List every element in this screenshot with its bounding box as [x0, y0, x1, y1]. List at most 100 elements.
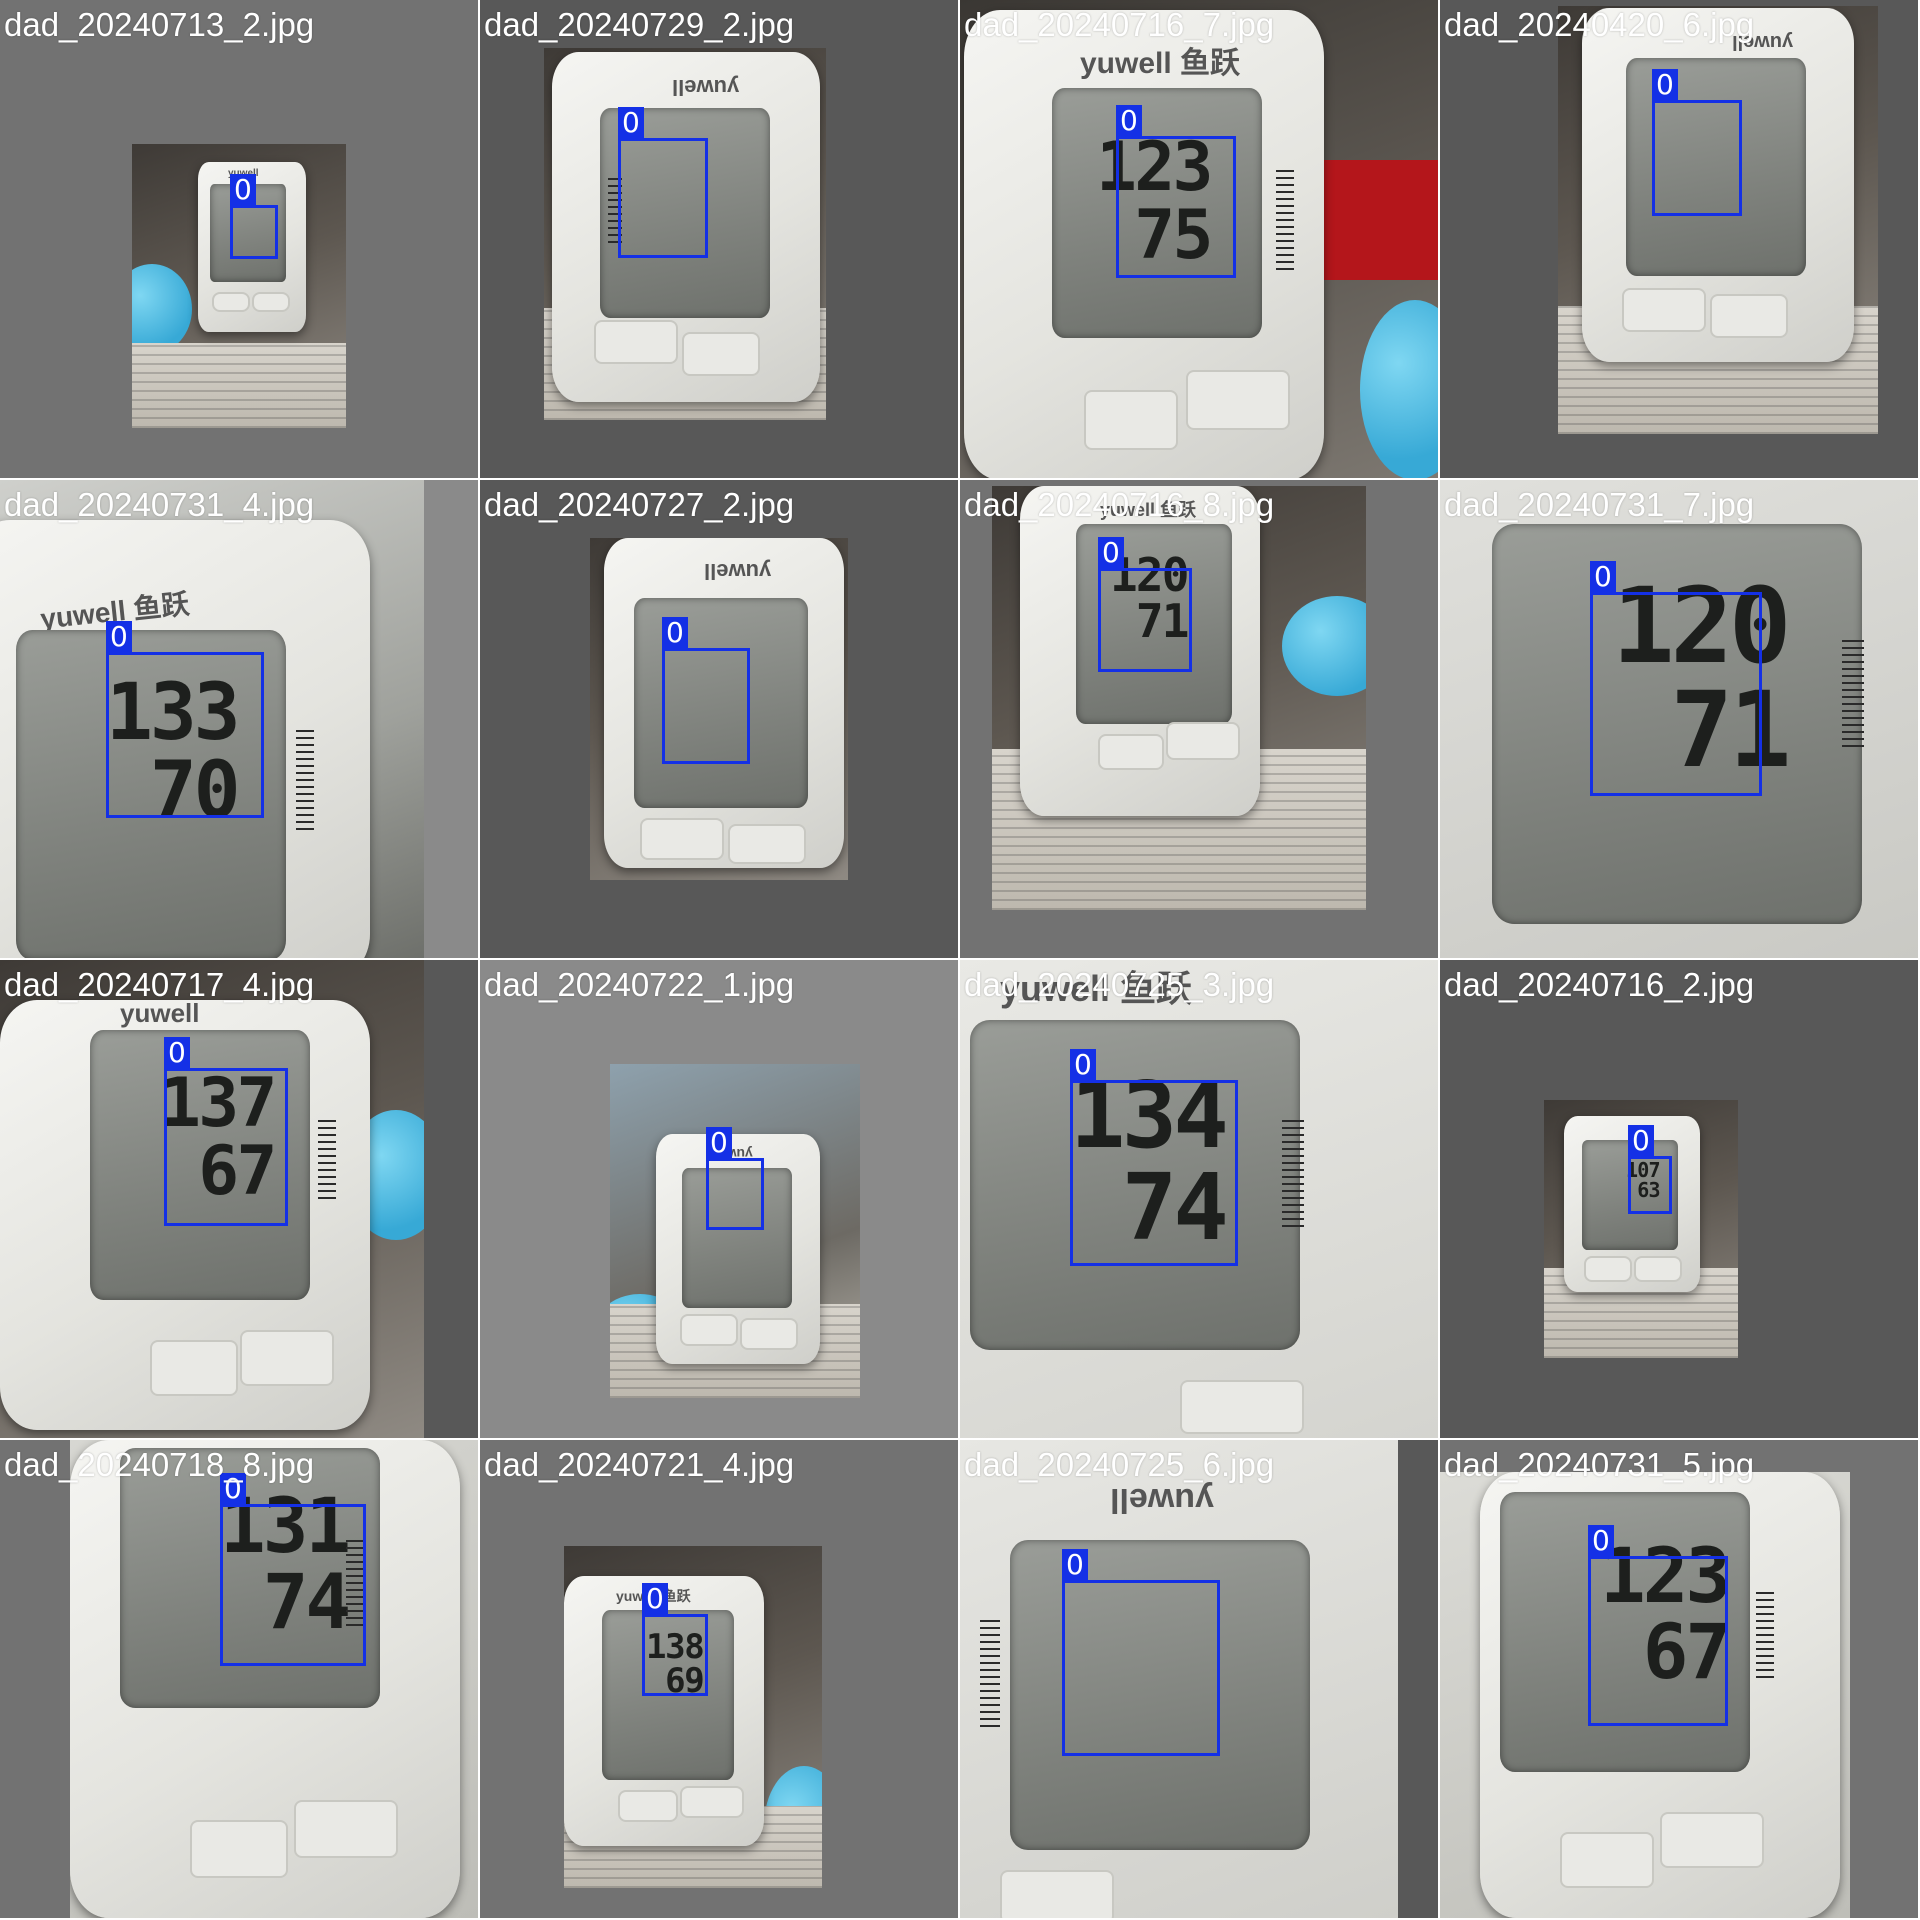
mosaic-tile: yuwell 0 dad_20240725_6.jpg [960, 1440, 1438, 1918]
button [682, 332, 760, 376]
image-filename: dad_20240716_2.jpg [1444, 966, 1755, 1003]
mosaic-tile: yuwell 0 dad_20240727_2.jpg [480, 480, 958, 958]
mosaic-tile: yuwell 0 dad_20240713_2.jpg [0, 0, 478, 478]
button [212, 292, 250, 312]
button [594, 320, 678, 364]
detection-box: 0 [1652, 69, 1742, 216]
class-label: 0 [106, 621, 132, 653]
button [680, 1314, 738, 1346]
brand-logo: yuwell [704, 559, 772, 584]
button [618, 1790, 678, 1822]
detection-box: 0 [1070, 1049, 1238, 1266]
pressure-scale [1756, 1592, 1774, 1682]
image-filename: dad_20240731_5.jpg [1444, 1446, 1755, 1483]
detection-box: 0 [1588, 1525, 1728, 1726]
mosaic-tile: yuwell 鱼跃 123 75 0 dad_20240716_7.jpg [960, 0, 1438, 478]
detection-box: 0 [1062, 1549, 1220, 1756]
class-label: 0 [1070, 1049, 1096, 1081]
mosaic-tile: yuwell 鱼跃 138 69 0 dad_20240721_4.jpg [480, 1440, 958, 1918]
mosaic-tile: 131 74 0 dad_20240718_8.jpg [0, 1440, 478, 1918]
detection-box: 0 [164, 1037, 288, 1226]
class-label: 0 [230, 174, 256, 206]
button [1622, 288, 1706, 332]
image-filename: dad_20240727_2.jpg [484, 486, 795, 523]
image-filename: dad_20240716_8.jpg [964, 486, 1275, 523]
class-label: 0 [618, 107, 644, 139]
mosaic-tile: yuwell 鱼跃 120 71 0 dad_20240716_8.jpg [960, 480, 1438, 958]
detection-mosaic: yuwell 0 dad_20240713_2.jpg yuwell [0, 0, 1920, 1920]
detection-box: 0 [220, 1473, 366, 1666]
class-label: 0 [1098, 537, 1124, 569]
button [1660, 1812, 1764, 1868]
button [150, 1340, 238, 1396]
pressure-scale [1282, 1120, 1304, 1230]
class-label: 0 [1652, 69, 1678, 101]
image-filename: dad_20240718_8.jpg [4, 1446, 315, 1483]
button [1710, 294, 1788, 338]
image-filename: dad_20240721_4.jpg [484, 1446, 795, 1483]
image-filename: dad_20240713_2.jpg [4, 6, 315, 43]
blue-object [1282, 596, 1366, 696]
class-label: 0 [642, 1583, 668, 1615]
photo: yuwell 鱼跃 120 71 [992, 486, 1366, 910]
mosaic-tile: yuwell 0 dad_20240420_6.jpg [1440, 0, 1918, 478]
pressure-scale [1842, 640, 1864, 750]
mosaic-tile: yuwell 137 67 0 dad_20240717_4.jpg [0, 960, 478, 1438]
image-filename: dad_20240725_6.jpg [964, 1446, 1275, 1483]
button [252, 292, 290, 312]
class-label: 0 [1062, 1549, 1088, 1581]
image-filename: dad_20240729_2.jpg [484, 6, 795, 43]
detection-box: 0 [1590, 561, 1762, 796]
button [740, 1318, 798, 1350]
image-filename: dad_20240731_4.jpg [4, 486, 315, 523]
button [1000, 1870, 1114, 1918]
button [640, 818, 724, 860]
detection-box: 0 [1116, 105, 1236, 278]
image-filename: dad_20240420_6.jpg [1444, 6, 1755, 43]
button [680, 1786, 744, 1818]
button [1584, 1256, 1632, 1282]
image-filename: dad_20240731_7.jpg [1444, 486, 1755, 523]
detection-box: 0 [106, 621, 264, 818]
button [1560, 1832, 1654, 1888]
detection-box: 0 [618, 107, 708, 258]
detection-box: 0 [662, 617, 750, 764]
detection-box: 0 [706, 1127, 764, 1230]
button [1166, 722, 1240, 760]
button [1180, 1380, 1304, 1434]
button [1084, 390, 1178, 450]
class-label: 0 [706, 1127, 732, 1159]
mosaic-tile: 120 71 0 dad_20240731_7.jpg [1440, 480, 1918, 958]
button [728, 824, 806, 864]
mosaic-tile: 123 67 0 dad_20240731_5.jpg [1440, 1440, 1918, 1918]
button [1186, 370, 1290, 430]
brand-logo: yuwell [1110, 1481, 1214, 1519]
red-object [1320, 160, 1438, 280]
class-label: 0 [1628, 1125, 1654, 1157]
photo: yuwell [610, 1064, 860, 1398]
detection-box: 0 [230, 174, 278, 259]
button [294, 1800, 398, 1858]
image-filename: dad_20240717_4.jpg [4, 966, 315, 1003]
detection-box: 0 [1628, 1125, 1672, 1214]
button [190, 1820, 288, 1878]
pressure-scale [296, 730, 314, 830]
image-filename: dad_20240725_3.jpg [964, 966, 1275, 1003]
button [1634, 1256, 1682, 1282]
pressure-scale [318, 1120, 336, 1200]
pressure-scale [1276, 170, 1294, 270]
button [1098, 734, 1164, 770]
brand-logo: yuwell [672, 75, 740, 100]
mosaic-tile: 107 63 0 dad_20240716_2.jpg [1440, 960, 1918, 1438]
image-filename: dad_20240716_7.jpg [964, 6, 1275, 43]
mosaic-tile: yuwell 鱼跃 134 74 0 dad_20240725_3.jpg [960, 960, 1438, 1438]
mosaic-tile: yuwell 鱼跃 133 70 0 dad_20240731_4.jpg [0, 480, 478, 958]
detection-box: 0 [642, 1583, 708, 1696]
detection-box: 0 [1098, 537, 1192, 672]
photo: yuwell [1558, 6, 1878, 434]
class-label: 0 [662, 617, 688, 649]
mosaic-tile: yuwell 0 dad_20240729_2.jpg [480, 0, 958, 478]
mosaic-tile: yuwell 0 dad_20240722_1.jpg [480, 960, 958, 1438]
image-filename: dad_20240722_1.jpg [484, 966, 795, 1003]
photo: yuwell 鱼跃 138 69 [564, 1546, 822, 1888]
